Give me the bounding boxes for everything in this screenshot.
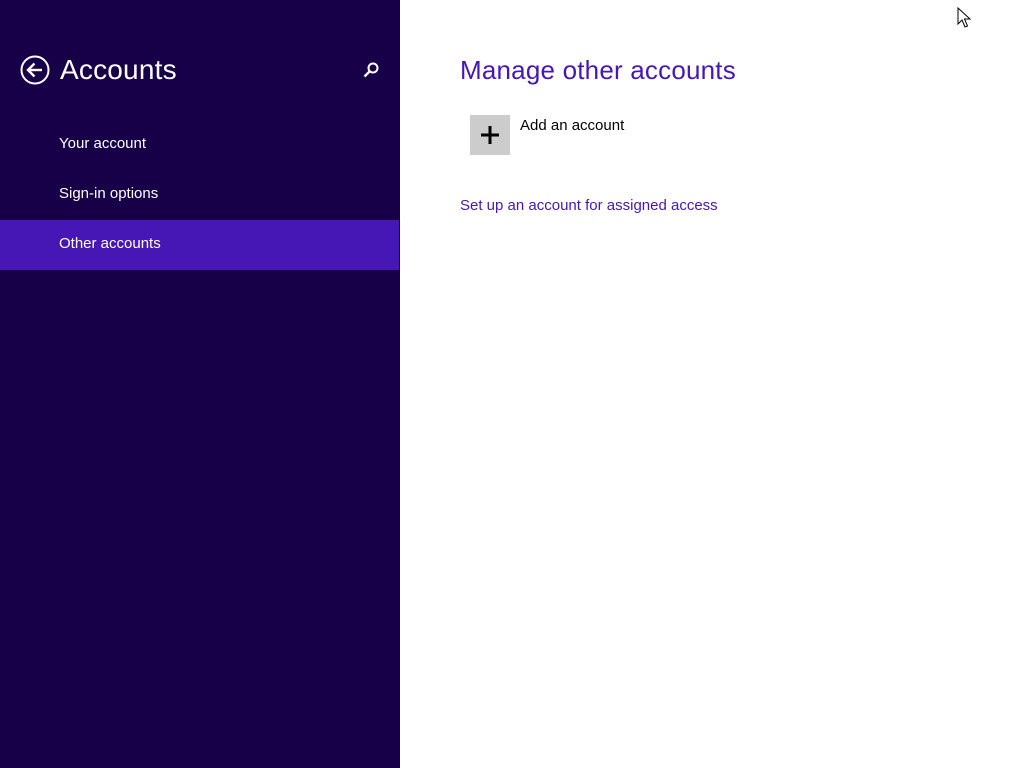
assigned-access-link[interactable]: Set up an account for assigned access (460, 197, 718, 214)
search-button[interactable] (361, 60, 381, 80)
back-arrow-icon (20, 55, 50, 85)
mouse-pointer-icon (957, 6, 972, 29)
add-account-tile (470, 115, 510, 155)
settings-window: Accounts Your account Sign-in options Ot… (0, 0, 1024, 768)
sidebar: Accounts Your account Sign-in options Ot… (0, 0, 400, 768)
section-title: Manage other accounts (460, 55, 736, 85)
nav-item-your-account[interactable]: Your account (0, 120, 399, 170)
page-title: Accounts (60, 54, 177, 85)
plus-icon (481, 126, 499, 144)
add-account-button[interactable]: Add an account (470, 115, 670, 155)
add-account-label: Add an account (520, 117, 625, 134)
nav-item-label: Your account (59, 135, 147, 152)
nav-item-label: Other accounts (59, 235, 161, 252)
nav-item-other-accounts[interactable]: Other accounts (0, 220, 399, 270)
nav-item-sign-in-options[interactable]: Sign-in options (0, 170, 399, 220)
search-icon (363, 62, 379, 78)
back-button[interactable] (20, 55, 50, 85)
nav-item-label: Sign-in options (59, 185, 159, 202)
